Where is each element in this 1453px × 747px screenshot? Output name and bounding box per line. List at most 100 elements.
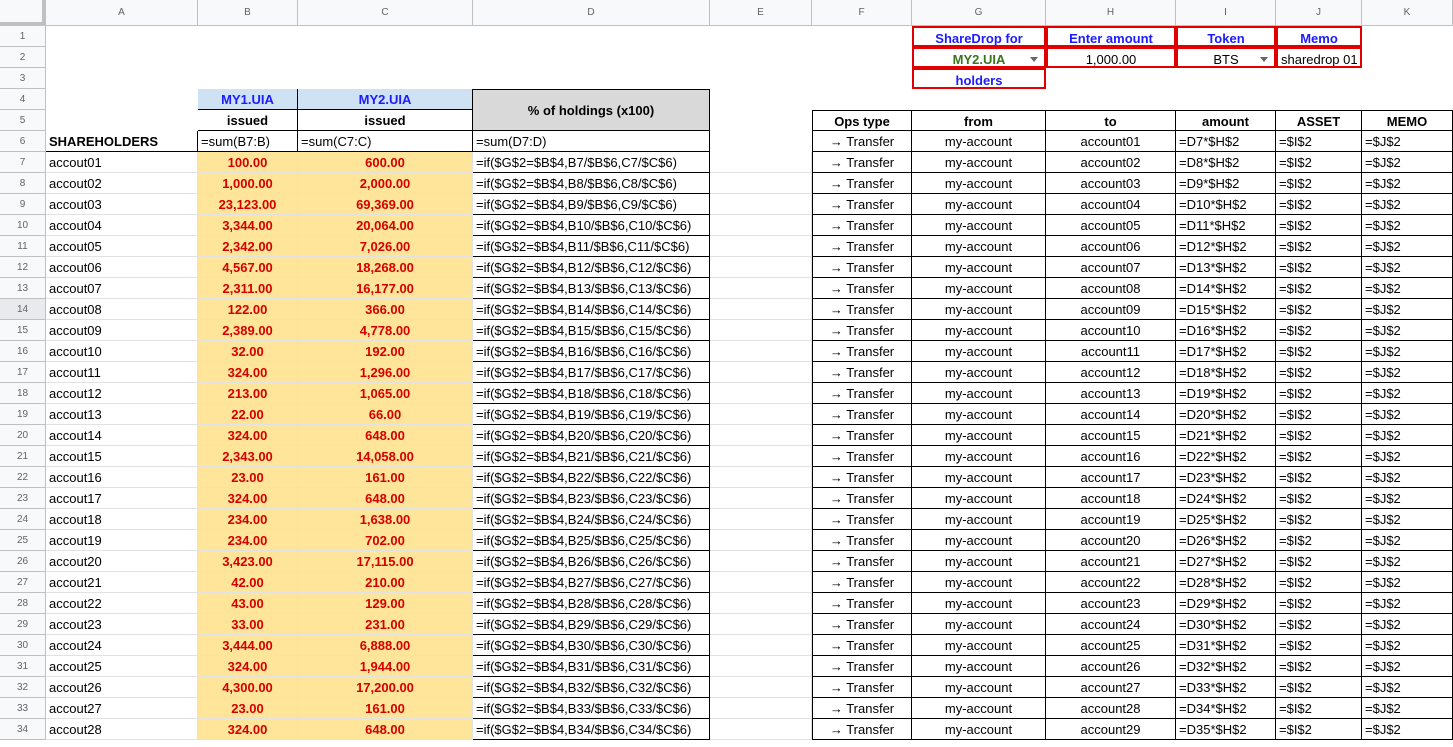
shareholder-name[interactable]: accout06 xyxy=(46,257,198,278)
transfer-ops-cell[interactable]: → Transfer xyxy=(812,467,912,488)
transfer-asset-cell[interactable]: =$I$2 xyxy=(1276,656,1362,677)
pct-formula-cell[interactable]: =if($G$2=$B$4,B13/$B$6,C13/$C$6) xyxy=(473,278,710,299)
transfer-ops-cell[interactable]: → Transfer xyxy=(812,383,912,404)
pct-formula-cell[interactable]: =if($G$2=$B$4,B23/$B$6,C23/$C$6) xyxy=(473,488,710,509)
transfer-to-cell[interactable]: account25 xyxy=(1046,635,1176,656)
transfer-memo-cell[interactable]: =$J$2 xyxy=(1362,425,1453,446)
pct-formula-cell[interactable]: =if($G$2=$B$4,B22/$B$6,C22/$C$6) xyxy=(473,467,710,488)
transfer-ops-cell[interactable]: → Transfer xyxy=(812,362,912,383)
pct-formula-cell[interactable]: =if($G$2=$B$4,B17/$B$6,C17/$C$6) xyxy=(473,362,710,383)
empty-cell-e[interactable] xyxy=(710,404,812,425)
column-header-a[interactable]: A xyxy=(46,0,198,26)
empty-cell-e[interactable] xyxy=(710,488,812,509)
empty-cell-e[interactable] xyxy=(710,383,812,404)
transfer-asset-cell[interactable]: =$I$2 xyxy=(1276,677,1362,698)
shareholder-name[interactable]: accout14 xyxy=(46,425,198,446)
pct-formula-cell[interactable]: =if($G$2=$B$4,B19/$B$6,C19/$C$6) xyxy=(473,404,710,425)
transfer-to-cell[interactable]: account02 xyxy=(1046,152,1176,173)
transfer-from-cell[interactable]: my-account xyxy=(912,719,1046,740)
transfer-ops-cell[interactable]: → Transfer xyxy=(812,509,912,530)
transfer-amount-cell[interactable]: =D21*$H$2 xyxy=(1176,425,1276,446)
row-header-24[interactable]: 24 xyxy=(0,509,46,530)
transfer-from-cell[interactable]: my-account xyxy=(912,362,1046,383)
transfer-from-cell[interactable]: my-account xyxy=(912,257,1046,278)
shareholder-name[interactable]: accout01 xyxy=(46,152,198,173)
transfer-from-cell[interactable]: my-account xyxy=(912,194,1046,215)
asset2-issued-cell[interactable]: 69,369.00 xyxy=(298,194,473,215)
transfer-memo-cell[interactable]: =$J$2 xyxy=(1362,446,1453,467)
asset2-issued-cell[interactable]: 20,064.00 xyxy=(298,215,473,236)
transfer-asset-cell[interactable]: =$I$2 xyxy=(1276,488,1362,509)
row-header-30[interactable]: 30 xyxy=(0,635,46,656)
transfer-memo-cell[interactable]: =$J$2 xyxy=(1362,614,1453,635)
transfer-amount-cell[interactable]: =D13*$H$2 xyxy=(1176,257,1276,278)
pct-holdings-header[interactable]: % of holdings (x100) xyxy=(473,89,710,131)
pct-formula-cell[interactable]: =if($G$2=$B$4,B34/$B$6,C34/$C$6) xyxy=(473,719,710,740)
transfer-amount-cell[interactable]: =D30*$H$2 xyxy=(1176,614,1276,635)
transfer-memo-cell[interactable]: =$J$2 xyxy=(1362,635,1453,656)
transfer-to-cell[interactable]: account09 xyxy=(1046,299,1176,320)
transfer-ops-cell[interactable]: → Transfer xyxy=(812,194,912,215)
transfer-memo-cell[interactable]: =$J$2 xyxy=(1362,509,1453,530)
asset2-header[interactable]: MY2.UIA xyxy=(298,89,473,110)
shareholder-name[interactable]: accout15 xyxy=(46,446,198,467)
transfer-memo-cell[interactable]: =$J$2 xyxy=(1362,677,1453,698)
transfer-asset-cell[interactable]: =$I$2 xyxy=(1276,320,1362,341)
transfer-from-cell[interactable]: my-account xyxy=(912,593,1046,614)
transfer-to-cell[interactable]: account01 xyxy=(1046,131,1176,152)
row-header-28[interactable]: 28 xyxy=(0,593,46,614)
column-header-k[interactable]: K xyxy=(1362,0,1453,26)
asset1-issued-cell[interactable]: 33.00 xyxy=(198,614,298,635)
transfer-to-cell[interactable]: account26 xyxy=(1046,656,1176,677)
transfer-asset-cell[interactable]: =$I$2 xyxy=(1276,698,1362,719)
empty-cell-e[interactable] xyxy=(710,572,812,593)
pct-formula-cell[interactable]: =if($G$2=$B$4,B21/$B$6,C21/$C$6) xyxy=(473,446,710,467)
transfer-to-cell[interactable]: account18 xyxy=(1046,488,1176,509)
empty-cell-e[interactable] xyxy=(710,551,812,572)
transfer-memo-cell[interactable]: =$J$2 xyxy=(1362,362,1453,383)
pct-formula-cell[interactable]: =if($G$2=$B$4,B11/$B$6,C11/$C$6) xyxy=(473,236,710,257)
transfer-from-cell[interactable]: my-account xyxy=(912,236,1046,257)
transfer-to-cell[interactable]: account07 xyxy=(1046,257,1176,278)
transfer-asset-cell[interactable]: =$I$2 xyxy=(1276,131,1362,152)
transfer-from-cell[interactable]: my-account xyxy=(912,446,1046,467)
transfer-memo-cell[interactable]: =$J$2 xyxy=(1362,278,1453,299)
transfer-ops-cell[interactable]: → Transfer xyxy=(812,635,912,656)
shareholder-name[interactable]: accout18 xyxy=(46,509,198,530)
pct-formula-cell[interactable]: =if($G$2=$B$4,B32/$B$6,C32/$C$6) xyxy=(473,677,710,698)
transfer-from-cell[interactable]: my-account xyxy=(912,488,1046,509)
transfer-ops-cell[interactable]: → Transfer xyxy=(812,257,912,278)
row-header-29[interactable]: 29 xyxy=(0,614,46,635)
memo-input[interactable]: sharedrop 01 xyxy=(1276,47,1362,68)
row-header-5[interactable]: 5 xyxy=(0,110,46,131)
empty-cell-e[interactable] xyxy=(710,593,812,614)
to-header[interactable]: to xyxy=(1046,110,1176,131)
transfer-to-cell[interactable]: account29 xyxy=(1046,719,1176,740)
transfer-amount-cell[interactable]: =D27*$H$2 xyxy=(1176,551,1276,572)
asset2-issued-cell[interactable]: 6,888.00 xyxy=(298,635,473,656)
pct-formula-cell[interactable]: =if($G$2=$B$4,B30/$B$6,C30/$C$6) xyxy=(473,635,710,656)
shareholder-name[interactable]: accout22 xyxy=(46,593,198,614)
transfer-memo-cell[interactable]: =$J$2 xyxy=(1362,719,1453,740)
shareholder-name[interactable]: accout20 xyxy=(46,551,198,572)
column-header-e[interactable]: E xyxy=(710,0,812,26)
transfer-to-cell[interactable]: account15 xyxy=(1046,425,1176,446)
asset2-issued-cell[interactable]: 702.00 xyxy=(298,530,473,551)
empty-cell-e[interactable] xyxy=(710,656,812,677)
transfer-amount-cell[interactable]: =D29*$H$2 xyxy=(1176,593,1276,614)
transfer-from-cell[interactable]: my-account xyxy=(912,152,1046,173)
issued1-label[interactable]: issued xyxy=(198,110,298,131)
transfer-ops-cell[interactable]: → Transfer xyxy=(812,572,912,593)
pct-formula-cell[interactable]: =if($G$2=$B$4,B14/$B$6,C14/$C$6) xyxy=(473,299,710,320)
column-header-h[interactable]: H xyxy=(1046,0,1176,26)
asset1-issued-cell[interactable]: 324.00 xyxy=(198,362,298,383)
asset1-issued-cell[interactable]: 43.00 xyxy=(198,593,298,614)
transfer-to-cell[interactable]: account22 xyxy=(1046,572,1176,593)
transfer-amount-cell[interactable]: =D34*$H$2 xyxy=(1176,698,1276,719)
transfer-to-cell[interactable]: account14 xyxy=(1046,404,1176,425)
dropdown-arrow-icon[interactable] xyxy=(1030,57,1038,62)
asset1-issued-cell[interactable]: 4,300.00 xyxy=(198,677,298,698)
transfer-memo-cell[interactable]: =$J$2 xyxy=(1362,572,1453,593)
asset1-issued-cell[interactable]: 2,311.00 xyxy=(198,278,298,299)
transfer-from-cell[interactable]: my-account xyxy=(912,614,1046,635)
